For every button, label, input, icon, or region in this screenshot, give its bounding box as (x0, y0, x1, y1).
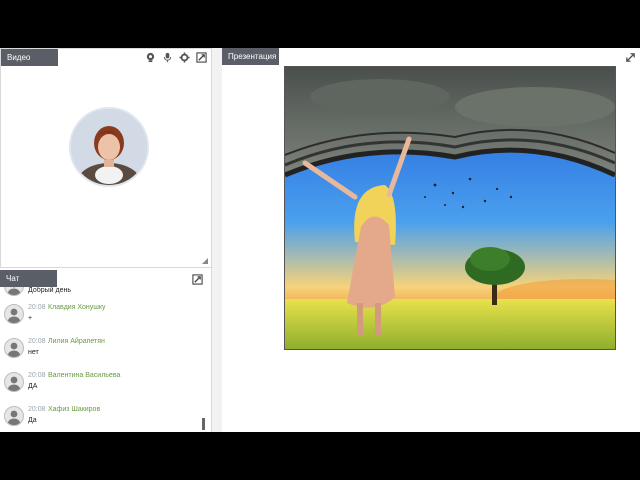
user-avatar-icon (4, 304, 24, 324)
presenter-avatar (69, 107, 149, 187)
message-text: + (28, 315, 33, 322)
resize-grip-icon[interactable] (202, 258, 208, 264)
microphone-icon[interactable] (162, 52, 173, 63)
chat-message: 20:08 Лилия Айрапетян нет (4, 338, 199, 368)
message-author: Клавдия Хонушку (48, 304, 106, 311)
message-author: Валентина Васильева (48, 372, 121, 379)
expand-icon[interactable] (192, 274, 203, 285)
presentation-panel: Презентация (222, 48, 640, 432)
message-time: 20:08 (28, 304, 46, 311)
message-time: 20:08 (28, 338, 46, 345)
message-text: ДА (28, 383, 38, 390)
message-text: Добрый день (28, 287, 71, 294)
expand-icon[interactable] (625, 52, 636, 63)
message-text: нет (28, 349, 39, 356)
chat-message: 20:08 Хафиз Шакиров Да (4, 406, 199, 432)
chat-message: 20:08 Клавдия Хонушку + (4, 304, 199, 334)
presentation-slide-image (284, 66, 616, 350)
gear-icon[interactable] (179, 52, 190, 63)
message-time: 20:08 (28, 406, 46, 413)
message-time: 20:08 (28, 372, 46, 379)
chat-tab[interactable]: Чат (0, 270, 57, 287)
chat-panel: Добрый день 20:08 Клавдия Хонушку + 20:0… (0, 268, 212, 432)
user-avatar-icon (4, 338, 24, 358)
expand-icon[interactable] (196, 52, 207, 63)
webcam-icon[interactable] (145, 52, 156, 63)
video-tab[interactable]: Видео (1, 49, 58, 66)
video-toolbar (145, 52, 207, 63)
user-avatar-icon (4, 372, 24, 392)
conference-app: Видео Добрый день 20:08 Клавдия Хонушку … (0, 48, 640, 432)
message-author: Лилия Айрапетян (48, 338, 105, 345)
presentation-tab[interactable]: Презентация (222, 48, 279, 65)
user-avatar-icon (4, 406, 24, 426)
chat-message: 20:08 Валентина Васильева ДА (4, 372, 199, 402)
chat-message-list[interactable]: Добрый день 20:08 Клавдия Хонушку + 20:0… (0, 276, 204, 432)
video-panel: Видео (0, 48, 212, 268)
chat-scrollbar[interactable] (202, 418, 205, 430)
message-author: Хафиз Шакиров (48, 406, 101, 413)
message-text: Да (28, 417, 37, 424)
